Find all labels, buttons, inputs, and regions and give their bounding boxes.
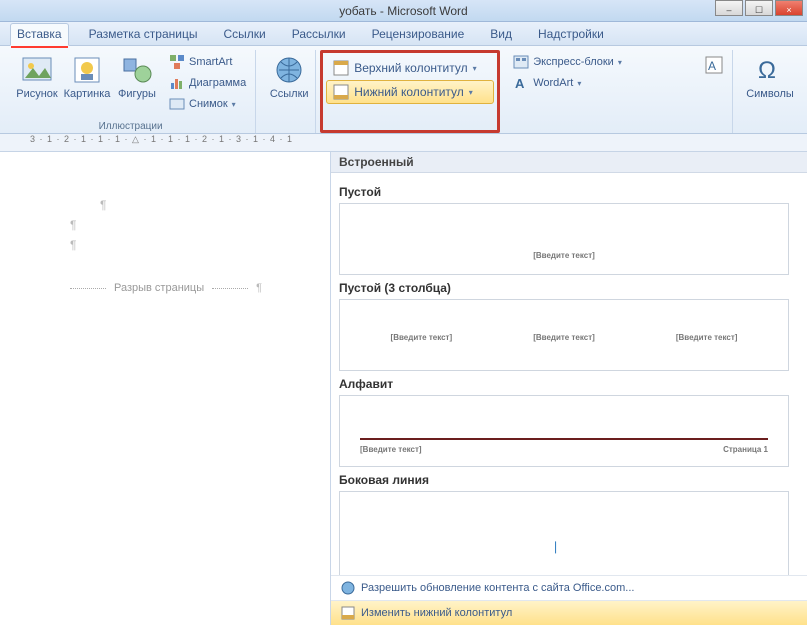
wordart-button[interactable]: AWordArt▾ xyxy=(510,73,726,93)
chevron-down-icon: ▾ xyxy=(618,58,622,67)
header-icon xyxy=(333,60,349,76)
gallery-allow-update[interactable]: Разрешить обновление контента с сайта Of… xyxy=(331,575,807,600)
header-button[interactable]: Верхний колонтитул ▾ xyxy=(326,56,494,80)
page-break-indicator: Разрыв страницы ¶ xyxy=(70,282,300,294)
group-symbols: Ω Символы xyxy=(737,50,801,133)
shapes-icon xyxy=(121,54,153,86)
gallery-item-label: Боковая линия xyxy=(339,473,789,487)
gallery-item-label: Алфавит xyxy=(339,377,789,391)
paragraph-mark: ¶ xyxy=(70,218,300,232)
gallery-item-label: Пустой (3 столбца) xyxy=(339,281,789,295)
gallery-item-empty-3col[interactable]: [Введите текст] [Введите текст] [Введите… xyxy=(339,299,789,371)
footer-icon xyxy=(333,84,349,100)
cursor-icon: ⎸ xyxy=(555,540,567,555)
link-icon xyxy=(273,54,305,86)
gallery-item-alphabet[interactable]: [Введите текст] Страница 1 xyxy=(339,395,789,467)
svg-text:Ω: Ω xyxy=(758,57,776,84)
maximize-button[interactable]: ☐ xyxy=(745,0,773,16)
gallery-edit-footer[interactable]: Изменить нижний колонтитул xyxy=(331,600,807,625)
window-controls: – ☐ × xyxy=(715,0,803,16)
gallery-item-empty[interactable]: [Введите текст] xyxy=(339,203,789,275)
tab-review[interactable]: Рецензирование xyxy=(366,24,471,45)
tab-mailings[interactable]: Рассылки xyxy=(286,24,352,45)
omega-icon: Ω xyxy=(754,54,786,86)
window-title: уобать - Microsoft Word xyxy=(339,4,467,18)
gallery-section-header: Встроенный xyxy=(331,152,807,173)
document-area[interactable]: ¶ ¶ ¶ Разрыв страницы ¶ xyxy=(0,152,330,625)
edit-footer-icon xyxy=(341,606,355,620)
group-links: Ссылки xyxy=(260,50,316,133)
footer-button[interactable]: Нижний колонтитул ▾ xyxy=(326,80,494,104)
svg-text:A: A xyxy=(515,76,525,91)
chart-icon xyxy=(169,75,185,91)
workspace: ¶ ¶ ¶ Разрыв страницы ¶ Встроенный Пусто… xyxy=(0,152,807,625)
paragraph-mark: ¶ xyxy=(100,198,300,212)
globe-icon xyxy=(341,581,355,595)
close-button[interactable]: × xyxy=(775,0,803,16)
ribbon: Рисунок Картинка Фигуры SmartArt Диаграм… xyxy=(0,46,807,134)
minimize-button[interactable]: – xyxy=(715,0,743,16)
chevron-down-icon: ▾ xyxy=(232,100,236,109)
picture-icon xyxy=(21,54,53,86)
screenshot-icon xyxy=(169,96,185,112)
group-label-illustrations: Иллюстрации xyxy=(6,121,255,132)
chevron-down-icon: ▾ xyxy=(473,64,477,73)
gallery-item-label: Пустой xyxy=(339,185,789,199)
horizontal-ruler[interactable]: 3 · 1 · 2 · 1 · 1 · 1 · △ · 1 · 1 · 1 · … xyxy=(0,134,807,152)
quick-parts-button[interactable]: Экспресс-блоки▾ xyxy=(510,52,726,72)
picture-button[interactable]: Рисунок xyxy=(12,52,62,102)
smartart-button[interactable]: SmartArt xyxy=(166,52,249,72)
chevron-down-icon: ▾ xyxy=(577,79,581,88)
tab-view[interactable]: Вид xyxy=(484,24,518,45)
screenshot-button[interactable]: Снимок▾ xyxy=(166,94,249,114)
gallery-body[interactable]: Пустой [Введите текст] Пустой (3 столбца… xyxy=(331,173,807,575)
symbols-button[interactable]: Ω Символы xyxy=(743,52,797,102)
gallery-item-side-line[interactable]: ⎸ xyxy=(339,491,789,575)
footer-gallery: Встроенный Пустой [Введите текст] Пустой… xyxy=(330,152,807,625)
tab-page-layout[interactable]: Разметка страницы xyxy=(83,24,204,45)
smartart-icon xyxy=(169,54,185,70)
ribbon-tabs: Вставка Разметка страницы Ссылки Рассылк… xyxy=(0,22,807,46)
shapes-button[interactable]: Фигуры xyxy=(112,52,162,102)
chart-button[interactable]: Диаграмма xyxy=(166,73,249,93)
dropcap-button[interactable]: A xyxy=(702,54,726,76)
clipart-icon xyxy=(71,54,103,86)
svg-text:A: A xyxy=(708,59,716,73)
tab-references[interactable]: Ссылки xyxy=(217,24,271,45)
wordart-icon: A xyxy=(513,75,529,91)
dropcap-icon: A xyxy=(705,56,723,74)
tab-insert[interactable]: Вставка xyxy=(10,23,69,46)
chevron-down-icon: ▾ xyxy=(469,88,473,97)
group-header-footer: Верхний колонтитул ▾ Нижний колонтитул ▾ xyxy=(320,50,500,133)
tab-addins[interactable]: Надстройки xyxy=(532,24,610,45)
title-bar: уобать - Microsoft Word – ☐ × xyxy=(0,0,807,22)
clipart-button[interactable]: Картинка xyxy=(62,52,112,102)
links-button[interactable]: Ссылки xyxy=(266,52,312,102)
group-illustrations: Рисунок Картинка Фигуры SmartArt Диаграм… xyxy=(6,50,256,133)
group-text: Экспресс-блоки▾ AWordArt▾ A xyxy=(504,50,733,133)
quick-parts-icon xyxy=(513,54,529,70)
paragraph-mark: ¶ xyxy=(70,238,300,252)
